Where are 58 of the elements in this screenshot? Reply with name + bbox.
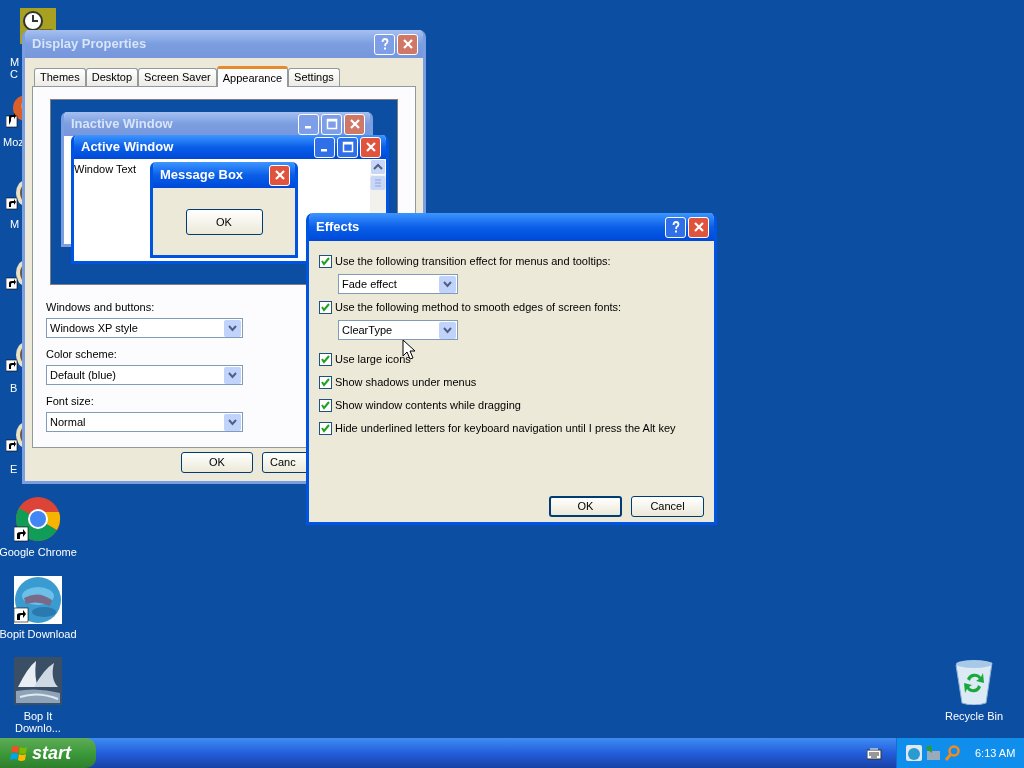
check-icon — [320, 422, 331, 434]
windows-logo-icon — [10, 744, 28, 762]
check-icon — [320, 353, 331, 365]
browser-icon[interactable] — [14, 495, 62, 543]
tab[interactable]: Appearance — [216, 66, 289, 87]
checkbox-label: Hide underlined letters for keyboard navigation until I press the Alt key — [335, 420, 676, 436]
field-label: Color scheme: — [46, 348, 117, 361]
checkbox[interactable] — [319, 398, 332, 412]
window-title: Effects — [316, 218, 360, 237]
field-label: Windows and buttons: — [46, 301, 155, 314]
check-icon — [320, 376, 331, 388]
keyboard-icon[interactable] — [867, 746, 882, 760]
checkbox-label: Use the following method to smooth edges of screen fonts: — [335, 299, 622, 315]
checkbox-label: Show shadows under menus — [335, 374, 477, 390]
dropdown[interactable]: Windows XP style — [46, 318, 243, 338]
tab[interactable]: Screen Saver — [138, 68, 217, 86]
dialog-button[interactable]: OK — [549, 496, 622, 517]
check-icon — [320, 399, 331, 411]
tab[interactable]: Themes — [34, 68, 86, 86]
icon-label: Bopit Download — [0, 628, 78, 640]
window-text: Window Text — [74, 162, 137, 177]
checkbox-label: Use the following transition effect for menus and tooltips: — [335, 253, 611, 269]
sail-icon[interactable] — [14, 657, 62, 705]
window-title: Display Properties — [32, 35, 147, 54]
window-title: Inactive Window — [71, 115, 173, 134]
icon-label: M C — [10, 56, 20, 80]
tab[interactable]: Desktop — [85, 68, 139, 86]
dialog-button[interactable]: OK — [185, 209, 263, 235]
icon-label: Google Chrome — [0, 546, 78, 558]
window-title: Message Box — [160, 166, 244, 185]
dropdown[interactable]: Fade effect — [338, 274, 458, 294]
dialog-button[interactable]: Cancel — [631, 496, 704, 517]
globe-icon[interactable] — [14, 576, 62, 624]
dropdown[interactable]: Normal — [46, 412, 243, 432]
check-icon — [320, 301, 331, 313]
icon-label: M — [10, 218, 20, 230]
scroll-up-icon[interactable] — [370, 159, 386, 191]
checkbox[interactable] — [319, 352, 332, 366]
checkbox-label: Use large icons — [335, 351, 411, 367]
start-button[interactable]: start — [0, 738, 96, 768]
icon-label: Bop It Downlo... — [14, 710, 62, 734]
checkbox[interactable] — [319, 375, 332, 389]
checkbox-label: Show window contents while dragging — [335, 397, 521, 413]
dialog-button[interactable]: OK — [181, 452, 253, 473]
check-icon — [320, 255, 331, 267]
field-label: Font size: — [46, 395, 94, 408]
checkbox[interactable] — [319, 421, 332, 435]
dropdown[interactable]: Default (blue) — [46, 365, 243, 385]
icon-label: Recycle Bin — [943, 710, 1005, 722]
icon-label: E — [10, 463, 18, 475]
clock: 6:13 AM — [975, 745, 1016, 761]
checkbox[interactable] — [319, 300, 332, 314]
checkbox[interactable] — [319, 254, 332, 268]
window-title: Active Window — [81, 138, 174, 157]
dropdown[interactable]: ClearType — [338, 320, 458, 340]
globe-icon[interactable] — [906, 745, 922, 761]
tab[interactable]: Settings — [288, 68, 340, 86]
icon-label: B — [10, 382, 18, 394]
